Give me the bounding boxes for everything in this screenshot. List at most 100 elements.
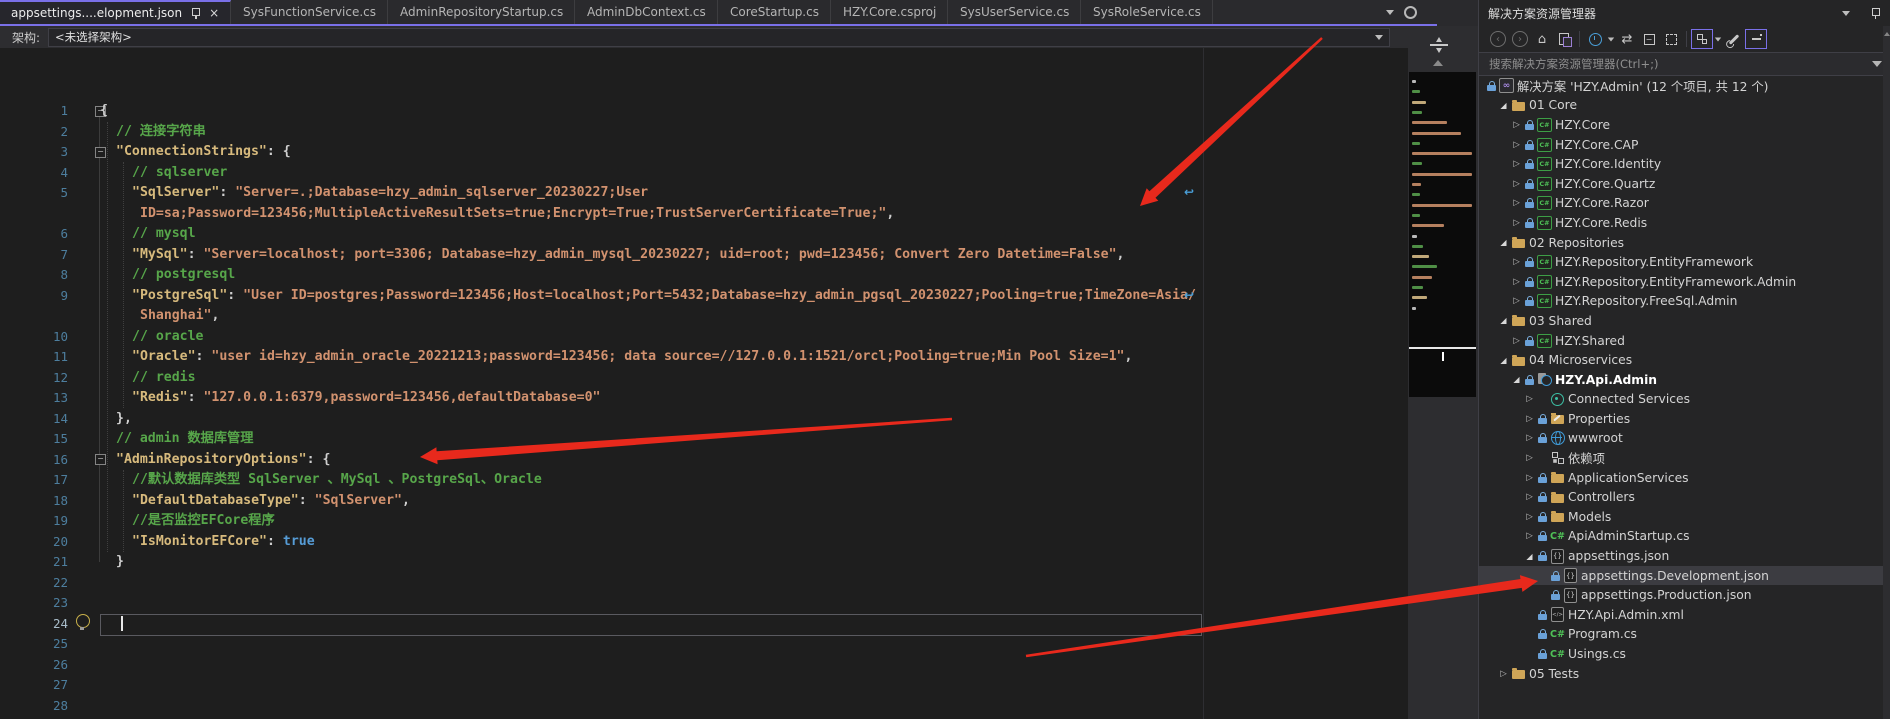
expander-open-icon[interactable]: ◢ [1497,316,1510,325]
switch-view-icon[interactable] [1553,29,1575,49]
tab-appsettings....elopment.json[interactable]: appsettings....elopment.json× [0,0,231,24]
tab-list-chevron-down-icon[interactable] [1386,10,1394,15]
expander-closed-icon[interactable]: ▷ [1510,336,1523,346]
tree-item-hzy.core.identity[interactable]: ▷C#HZY.Core.Identity [1479,154,1890,174]
tree-item-05-tests[interactable]: ▷05 Tests [1479,664,1890,684]
code-line[interactable]: } [116,552,124,573]
chevron-icon[interactable] [1713,29,1723,49]
panel-chevron-down-icon[interactable] [1842,11,1850,16]
code-line[interactable]: { [100,101,108,122]
code-line[interactable]: //默认数据库类型 SqlServer 、MySql 、PostgreSql、O… [132,470,542,491]
tree-item-appsettings.development.json[interactable]: {}appsettings.Development.json [1479,566,1890,586]
tree-item-hzy.repository.freesql.admin[interactable]: ▷C#HZY.Repository.FreeSql.Admin [1479,292,1890,312]
code-line[interactable]: "PostgreSql": "User ID=postgres;Password… [132,286,1196,307]
close-icon[interactable]: × [209,7,219,19]
expander-closed-icon[interactable]: ▷ [1510,218,1523,228]
tree-item-01-core[interactable]: ◢01 Core [1479,96,1890,116]
wrench-icon[interactable] [1723,29,1745,49]
expander-open-icon[interactable]: ◢ [1497,238,1510,247]
expander-closed-icon[interactable]: ▷ [1523,492,1536,502]
expander-closed-icon[interactable]: ▷ [1510,159,1523,169]
expander-closed-icon[interactable]: ▷ [1510,296,1523,306]
expander-closed-icon[interactable]: ▷ [1523,531,1536,541]
code-line[interactable]: // sqlserver [132,163,227,184]
fold-toggle[interactable]: − [95,147,106,158]
fold-toggle[interactable]: − [95,454,106,465]
expander-closed-icon[interactable]: ▷ [1523,453,1536,463]
expander-closed-icon[interactable]: ▷ [1523,414,1536,424]
tab-HZY.Core.csproj[interactable]: HZY.Core.csproj [832,0,948,24]
compare-sync-icon[interactable]: ⇄ [1616,29,1638,49]
expander-closed-icon[interactable]: ▷ [1523,512,1536,522]
code-line[interactable]: Shanghai", [140,306,219,327]
tab-CoreStartup.cs[interactable]: CoreStartup.cs [719,0,831,24]
tree-item-appsettings.production.json[interactable]: {}appsettings.Production.json [1479,585,1890,605]
tree-item-02-repositories[interactable]: ◢02 Repositories [1479,233,1890,253]
expander-open-icon[interactable]: ◢ [1497,356,1510,365]
expander-closed-icon[interactable]: ▷ [1510,277,1523,287]
expander-open-icon[interactable]: ◢ [1497,101,1510,110]
code-line[interactable]: "ConnectionStrings": { [116,142,291,163]
split-editor-handle[interactable] [1426,34,1452,56]
code-line[interactable]: "MySql": "Server=localhost; port=3306; D… [132,245,1124,266]
sync-selection-icon[interactable] [1691,29,1713,49]
tab-SysUserService.cs[interactable]: SysUserService.cs [949,0,1081,24]
tree-item-wwwroot[interactable]: ▷wwwroot [1479,429,1890,449]
code-line[interactable]: }, [116,409,132,430]
tree-item-applicationservices[interactable]: ▷ApplicationServices [1479,468,1890,488]
expander-closed-icon[interactable]: ▷ [1510,257,1523,267]
expander-closed-icon[interactable]: ▷ [1497,669,1510,679]
tree-item-hzy.core[interactable]: ▷C#HZY.Core [1479,115,1890,135]
expander-closed-icon[interactable]: ▷ [1510,120,1523,130]
tree-item-hzy.repository.entityframework.admin[interactable]: ▷C#HZY.Repository.EntityFramework.Admin [1479,272,1890,292]
code-line[interactable]: // postgresql [132,265,235,286]
code-line[interactable]: // admin 数据库管理 [116,429,253,450]
tree-item--[interactable]: ▷依赖项 [1479,448,1890,468]
code-line[interactable]: //是否监控EFCore程序 [132,511,275,532]
pin-tab-icon[interactable] [191,8,200,19]
code-line[interactable]: ID=sa;Password=123456;MultipleActiveResu… [140,204,894,225]
solution-search-box[interactable]: 搜索解决方案资源管理器(Ctrl+;) [1479,53,1890,76]
tree-item-hzy.core.quartz[interactable]: ▷C#HZY.Core.Quartz [1479,174,1890,194]
code-line[interactable]: "Oracle": "user id=hzy_admin_oracle_2022… [132,347,1132,368]
code-line[interactable]: // redis [132,368,196,389]
code-editor[interactable]: 1234567891011121314151617181920212223242… [0,48,1408,719]
tab-SysRoleService.cs[interactable]: SysRoleService.cs [1082,0,1213,24]
expander-closed-icon[interactable]: ▷ [1510,198,1523,208]
tree-item-04-microservices[interactable]: ◢04 Microservices [1479,350,1890,370]
tree-item-hzy.api.admin[interactable]: ◢HZY.Api.Admin [1479,370,1890,390]
tree-item-apiadminstartup.cs[interactable]: ▷C#ApiAdminStartup.cs [1479,527,1890,547]
tree-item-hzy.repository.entityframework[interactable]: ▷C#HZY.Repository.EntityFramework [1479,252,1890,272]
solution-explorer-header[interactable]: 解决方案资源管理器 [1479,0,1890,26]
lightbulb-icon[interactable] [76,614,90,628]
tab-SysFunctionService.cs[interactable]: SysFunctionService.cs [232,0,388,24]
tree-item--hzy.admin-12-12-[interactable]: ∞解决方案 'HZY.Admin' (12 个项目, 共 12 个) [1479,76,1890,96]
pending-filter-icon[interactable] [1584,29,1606,49]
home-icon[interactable]: ⌂ [1531,29,1553,49]
scroll-up-icon[interactable] [1433,60,1443,66]
code-line[interactable]: // 连接字符串 [116,122,206,143]
chevron-icon[interactable] [1606,29,1616,49]
forward-icon[interactable]: › [1509,29,1531,49]
gear-icon[interactable] [1404,6,1417,19]
tree-item-hzy.core.razor[interactable]: ▷C#HZY.Core.Razor [1479,194,1890,214]
code-line[interactable]: "IsMonitorEFCore": true [132,532,315,553]
tree-item-03-shared[interactable]: ◢03 Shared [1479,311,1890,331]
preview-icon[interactable] [1745,29,1767,49]
collapse-all-icon[interactable]: − [1638,29,1660,49]
code-line[interactable]: // mysql [132,224,196,245]
tree-scrollbar[interactable] [1883,26,1890,719]
tree-item-program.cs[interactable]: C#Program.cs [1479,625,1890,645]
tree-item-hzy.core.redis[interactable]: ▷C#HZY.Core.Redis [1479,213,1890,233]
tree-item-hzy.core.cap[interactable]: ▷C#HZY.Core.CAP [1479,135,1890,155]
scrollbar-column[interactable] [1408,26,1477,719]
tree-item-connected-services[interactable]: ▷Connected Services [1479,390,1890,410]
code-line[interactable]: "DefaultDatabaseType": "SqlServer", [132,491,410,512]
expander-closed-icon[interactable]: ▷ [1510,140,1523,150]
expander-open-icon[interactable]: ◢ [1510,375,1523,384]
tree-item-hzy.shared[interactable]: ▷C#HZY.Shared [1479,331,1890,351]
code-line[interactable]: "Redis": "127.0.0.1:6379,password=123456… [132,388,600,409]
tree-item-usings.cs[interactable]: C#Usings.cs [1479,644,1890,664]
expander-open-icon[interactable]: ◢ [1523,552,1536,561]
show-all-icon[interactable] [1660,29,1682,49]
